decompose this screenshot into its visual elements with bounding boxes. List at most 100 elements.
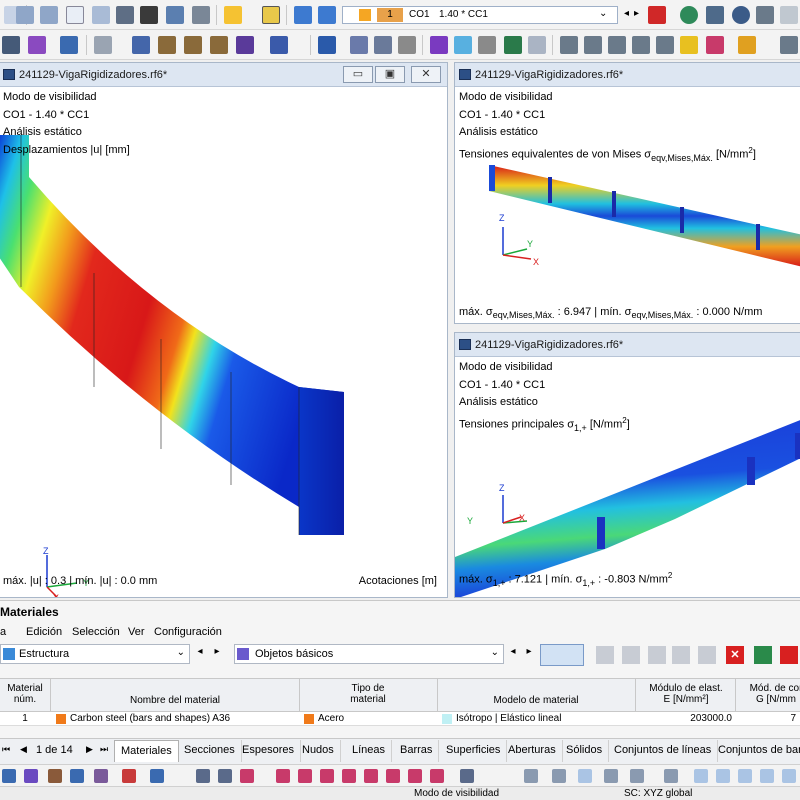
box-icon[interactable] [478, 36, 496, 54]
menu-seleccion[interactable]: Selección [72, 626, 120, 638]
snap-icon[interactable] [94, 769, 108, 783]
column-header-material-model[interactable]: Modelo de material [438, 683, 634, 706]
draw-icon[interactable] [122, 769, 136, 783]
export-icon[interactable] [166, 6, 184, 24]
tab-lineas[interactable]: Líneas [346, 740, 393, 762]
menu-ver[interactable]: Ver [128, 626, 145, 638]
snap-icon[interactable] [2, 769, 16, 783]
release-icon[interactable] [210, 36, 228, 54]
transform-icon[interactable] [460, 769, 474, 783]
model-view-top-right[interactable]: 241129-VigaRigidizadores.rf6* Z Y X Modo… [454, 62, 800, 324]
dimension2-icon[interactable] [584, 36, 602, 54]
model-view-left[interactable]: 241129-VigaRigidizadores.rf6* ▭ ▣ ✕ Z Y … [0, 62, 448, 598]
grid-snap-icon[interactable] [524, 769, 538, 783]
grid-snap-icon[interactable] [552, 769, 566, 783]
opening-icon[interactable] [398, 36, 416, 54]
status-coordinate-system[interactable]: SC: XYZ global [624, 788, 692, 799]
line-tool-icon[interactable] [320, 769, 334, 783]
column-header-shear-modulus[interactable]: Mód. de cor G [N/mm [736, 683, 800, 705]
snap-icon[interactable] [70, 769, 84, 783]
pin-icon[interactable] [706, 36, 724, 54]
angle-icon[interactable] [664, 769, 678, 783]
first-page-button[interactable]: ⏮ [2, 744, 10, 755]
load-case-selector[interactable]: 1 CO1 1.40 * CC1 ⌄ [342, 6, 618, 24]
wind-icon[interactable] [270, 36, 288, 54]
chart-icon[interactable] [66, 6, 84, 24]
load-icon[interactable] [236, 36, 254, 54]
frame-icon[interactable] [374, 36, 392, 54]
visibility-icon[interactable] [732, 6, 750, 24]
export-icon[interactable] [780, 646, 798, 664]
grid-snap-icon[interactable] [578, 769, 592, 783]
dimension-icon[interactable] [560, 36, 578, 54]
tab-materiales[interactable]: Materiales [114, 740, 179, 762]
column-header-material-num[interactable]: Material núm. [0, 683, 50, 705]
member-icon[interactable] [132, 36, 150, 54]
column-header-material-type[interactable]: Tipo de material [300, 683, 436, 705]
menu-edicion[interactable]: Edición [26, 626, 62, 638]
line-tool-icon[interactable] [240, 769, 254, 783]
results-icon[interactable] [224, 6, 242, 24]
menu-item[interactable]: a [0, 626, 6, 638]
line-tool-icon[interactable] [196, 769, 210, 783]
select-toggle-button[interactable] [540, 644, 584, 666]
deflection-icon[interactable] [430, 36, 448, 54]
hinge-icon[interactable] [184, 36, 202, 54]
dimension5-icon[interactable] [656, 36, 674, 54]
support-icon[interactable] [158, 36, 176, 54]
results-off-icon[interactable] [648, 6, 666, 24]
line-tool-icon[interactable] [386, 769, 400, 783]
status-visibility-mode[interactable]: Modo de visibilidad [414, 788, 499, 799]
solid-icon[interactable] [60, 36, 78, 54]
prev-button[interactable]: ◂ [506, 646, 520, 662]
tab-solidos[interactable]: Sólidos [560, 740, 610, 762]
filter-icon[interactable] [318, 36, 336, 54]
next-button[interactable]: ▸ [522, 646, 536, 662]
line-icon[interactable] [528, 36, 546, 54]
next-load-case-icon[interactable]: ▸ [634, 8, 639, 19]
line-tool-icon[interactable] [342, 769, 356, 783]
cube-icon[interactable] [780, 6, 798, 24]
tab-conjuntos-lineas[interactable]: Conjuntos de líneas [608, 740, 719, 762]
objects-filter-select[interactable]: Objetos básicos ⌄ [234, 644, 504, 664]
line-tool-icon[interactable] [408, 769, 422, 783]
draw-icon[interactable] [150, 769, 164, 783]
table-tool-icon[interactable] [596, 646, 614, 664]
displacement-plot[interactable] [0, 87, 448, 598]
calculate-icon[interactable] [262, 6, 280, 24]
maximize-button[interactable]: ▣ [375, 66, 405, 83]
last-page-button[interactable]: ⏭ [100, 744, 108, 755]
tab-superficies[interactable]: Superficies [440, 740, 508, 762]
report-icon[interactable] [116, 6, 134, 24]
table-tool-icon[interactable] [648, 646, 666, 664]
delete-icon[interactable]: ✕ [726, 646, 744, 664]
tab-secciones[interactable]: Secciones [178, 740, 242, 762]
tab-espesores[interactable]: Espesores [236, 740, 301, 762]
prev-load-case-icon[interactable]: ◂ [624, 8, 629, 19]
grid-display-icon[interactable] [780, 36, 798, 54]
table-tool-icon[interactable] [672, 646, 690, 664]
next-button[interactable]: ▸ [210, 646, 224, 662]
tab-barras[interactable]: Barras [394, 740, 440, 762]
section-icon[interactable] [350, 36, 368, 54]
arrow-icon[interactable] [504, 36, 522, 54]
snap-icon[interactable] [24, 769, 38, 783]
snap-icon[interactable] [48, 769, 62, 783]
structure-filter-select[interactable]: Estructura ⌄ [0, 644, 190, 664]
tab-aberturas[interactable]: Aberturas [502, 740, 563, 762]
hand-icon[interactable] [94, 36, 112, 54]
combination-icon[interactable] [318, 6, 336, 24]
load-case-icon[interactable] [294, 6, 312, 24]
chevron-down-icon[interactable]: ⌄ [177, 647, 185, 658]
model-icon[interactable] [2, 36, 20, 54]
minimize-button[interactable]: ▭ [343, 66, 373, 83]
column-header-material-name[interactable]: Nombre del material [52, 683, 298, 706]
chevron-down-icon[interactable]: ⌄ [599, 8, 607, 19]
tab-nudos[interactable]: Nudos [296, 740, 341, 762]
object-snap-icon[interactable] [782, 769, 796, 783]
node-icon[interactable] [28, 36, 46, 54]
prev-page-button[interactable]: ◀ [20, 744, 27, 755]
menu-configuracion[interactable]: Configuración [154, 626, 222, 638]
model-view-bottom-right[interactable]: 241129-VigaRigidizadores.rf6* Z Y X Modo… [454, 332, 800, 598]
labels-icon[interactable] [756, 6, 774, 24]
